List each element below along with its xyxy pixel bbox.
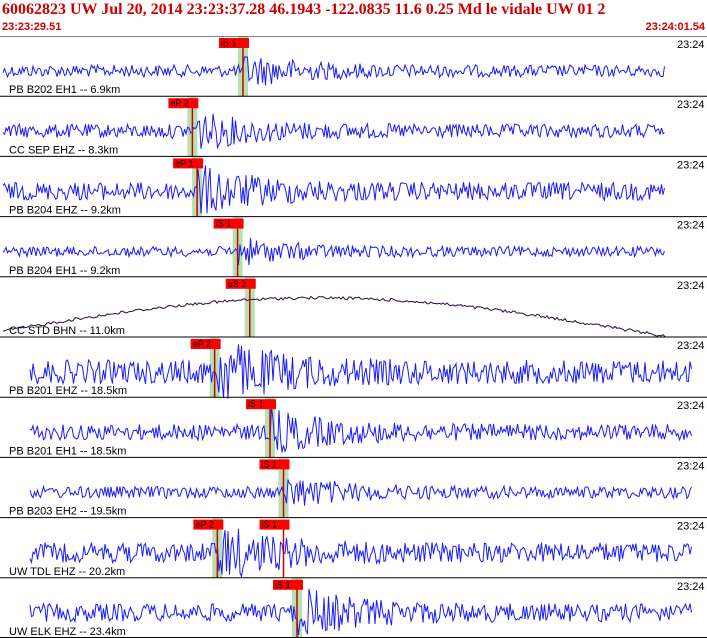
time-tick-label: 23:24 xyxy=(677,220,705,232)
trace-row: eP 2 iS 1 UW TDL EHZ -- 20.2km 23:24 xyxy=(0,517,707,579)
waveform-line xyxy=(29,528,692,579)
trace-row: eP 2 CC SEP EHZ -- 8.3km 23:24 xyxy=(0,95,707,157)
pick-label: eS 2 xyxy=(228,279,247,289)
trace-label: PB B203 EH2 -- 19.5km xyxy=(9,506,126,518)
waveform-line xyxy=(29,588,692,636)
trace-row: iS 1 PB B204 EH1 -- 9.2km 23:24 xyxy=(0,216,707,277)
trace-label: CC STD BHN -- 11.0km xyxy=(9,325,125,337)
trace-label: PB B204 EHZ -- 9.2km xyxy=(9,205,121,217)
waveform-line xyxy=(29,344,692,399)
time-tick-label: 23:24 xyxy=(677,521,705,533)
trace-row: eP 1 PB B204 EHZ -- 9.2km 23:24 xyxy=(0,155,707,217)
waveform-line xyxy=(2,237,665,266)
time-tick-label: 23:24 xyxy=(677,400,705,412)
pick-label: iS 1 xyxy=(275,580,291,590)
end-time-label: 23:24:01.54 xyxy=(645,21,705,33)
seismogram-panel[interactable]: iS 1 PB B202 EH1 -- 6.9km 23:24 eP 2 CC SEP … xyxy=(0,36,707,638)
trace-label: PB B201 EH1 -- 18.5km xyxy=(9,445,126,457)
pick-label: eP 1 xyxy=(175,158,193,168)
seismogram-canvas[interactable]: iS 1 PB B202 EH1 -- 6.9km 23:24 eP 2 CC SEP … xyxy=(0,36,707,638)
trace-label: PB B204 EH1 -- 9.2km xyxy=(9,265,120,277)
trace-row: iS 1 PB B203 EH2 -- 19.5km 23:24 xyxy=(0,456,707,518)
trace-row: eS 2 CC STD BHN -- 11.0km 23:24 xyxy=(0,276,707,337)
trace-row: iS 1 PB B201 EH1 -- 18.5km 23:24 xyxy=(0,396,707,458)
time-tick-label: 23:24 xyxy=(677,460,705,472)
trace-label: PB B201 EHZ -- 18.5km xyxy=(9,385,127,397)
waveform-line xyxy=(29,479,692,506)
waveform-line xyxy=(2,56,665,86)
pick-label: eP 2 xyxy=(170,98,188,108)
pick-label: eP 2 xyxy=(193,339,211,349)
trace-label: UW ELK EHZ -- 23.4km xyxy=(9,626,126,638)
trace-label: PB B202 EH1 -- 6.9km xyxy=(9,84,120,96)
time-tick-label: 23:24 xyxy=(677,581,705,593)
trace-row: eP 2 PB B201 EHZ -- 18.5km 23:24 xyxy=(0,336,707,399)
trace-row: iS 1 UW ELK EHZ -- 23.4km 23:24 xyxy=(0,577,707,638)
pick-label: iS 1 xyxy=(248,399,264,409)
pick-label: iS 1 xyxy=(262,520,278,530)
trace-label: UW TDL EHZ -- 20.2km xyxy=(9,566,125,578)
waveform-line xyxy=(29,407,692,453)
header-bar: 60062823 UW Jul 20, 2014 23:23:37.28 46.… xyxy=(0,0,707,36)
trace-label: CC SEP EHZ -- 8.3km xyxy=(9,144,118,156)
pick-label: iS 1 xyxy=(221,38,237,48)
time-tick-label: 23:24 xyxy=(677,39,705,51)
time-tick-label: 23:24 xyxy=(677,99,705,111)
start-time-label: 23:23:29.51 xyxy=(2,21,62,33)
pick-label: iS 1 xyxy=(262,459,278,469)
time-tick-label: 23:24 xyxy=(677,280,705,292)
pick-label: eP 2 xyxy=(195,520,213,530)
trace-row: iS 1 PB B202 EH1 -- 6.9km 23:24 xyxy=(0,36,707,97)
time-tick-label: 23:24 xyxy=(677,340,705,352)
event-title: 60062823 UW Jul 20, 2014 23:23:37.28 46.… xyxy=(2,1,606,18)
pick-label: iS 1 xyxy=(216,219,232,229)
time-tick-label: 23:24 xyxy=(677,159,705,171)
